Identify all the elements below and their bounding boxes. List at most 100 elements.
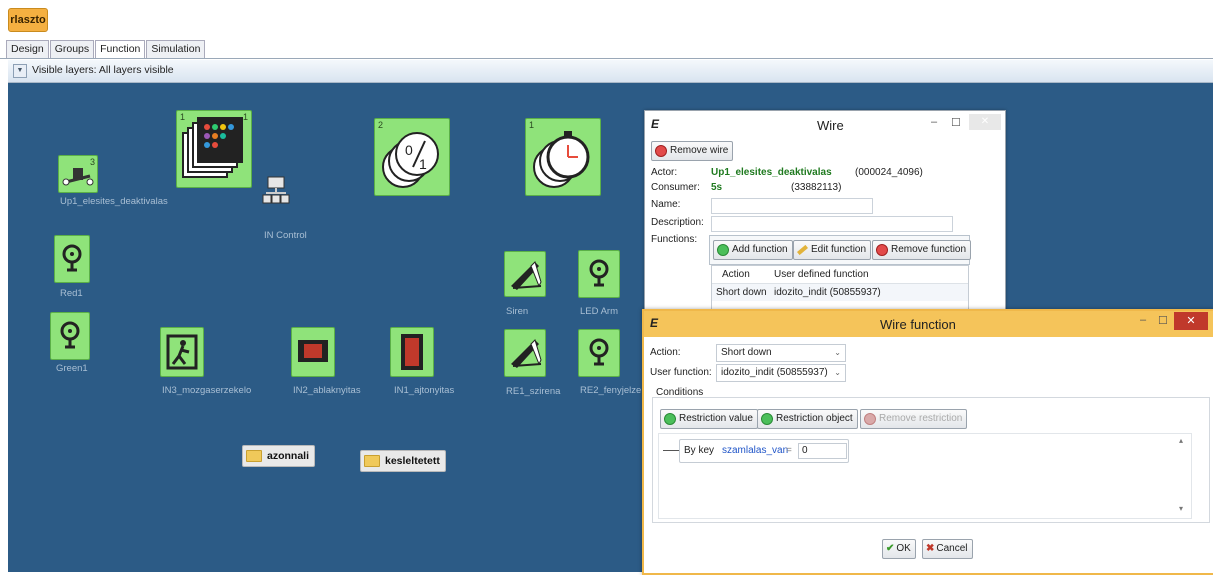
table-row[interactable]: Short down idozito_indit (50855937)	[712, 284, 968, 301]
layers-bar: ▼ Visible layers: All layers visible	[8, 60, 1213, 83]
device-label-in-control: IN Control	[264, 230, 307, 241]
remove-function-button[interactable]: Remove function	[872, 240, 972, 260]
device-re1[interactable]	[504, 329, 546, 377]
app-tab[interactable]: rlaszto	[8, 8, 48, 32]
restriction-object-button[interactable]: Restriction object	[757, 409, 858, 429]
tab-divider	[0, 58, 1213, 59]
add-function-button[interactable]: Add function	[713, 240, 793, 260]
user-function-value: idozito_indit (50855937)	[721, 367, 828, 378]
actor-name: Up1_elesites_deaktivalas	[711, 167, 832, 178]
condition-key: szamlalas_van	[722, 445, 789, 456]
device-up1[interactable]: 3	[58, 155, 98, 193]
maximize-icon[interactable]: ☐	[1158, 314, 1168, 327]
boolean-coin-icon: 0 1	[382, 132, 439, 188]
folder-label: kesleltetett	[385, 455, 440, 467]
device-label-in1: IN1_ajtonyitas	[394, 385, 455, 396]
remove-restriction-button[interactable]: Remove restriction	[860, 409, 968, 429]
tab-groups[interactable]: Groups	[49, 40, 95, 58]
device-boolean[interactable]: 0 1 2	[374, 118, 450, 196]
check-icon: ✔	[886, 543, 895, 554]
network-icon	[262, 176, 290, 204]
table-header-cell: Action	[722, 269, 750, 280]
cancel-button[interactable]: ✖ Cancel	[922, 539, 973, 559]
scroll-down-icon[interactable]: ▾	[1179, 504, 1183, 513]
add-icon	[761, 413, 773, 425]
device-led-arm[interactable]	[578, 250, 620, 298]
add-function-label: Add function	[732, 244, 788, 255]
folder-azonnali[interactable]: azonnali	[242, 445, 316, 467]
user-function-select[interactable]: idozito_indit (50855937) ⌄	[716, 364, 846, 382]
name-field[interactable]	[711, 198, 873, 214]
condition-operator: =	[786, 445, 792, 456]
ok-button[interactable]: ✔ OK	[882, 539, 916, 559]
folder-kesleltetett[interactable]: kesleltetett	[360, 450, 446, 472]
stopwatch-icon	[533, 131, 590, 188]
scroll-up-icon[interactable]: ▴	[1179, 436, 1183, 445]
actor-id: (000024_4096)	[855, 167, 923, 178]
device-badge: 2	[378, 120, 384, 130]
add-icon	[717, 244, 729, 256]
wire-window-titlebar: E Wire – ☐ ✕	[645, 111, 1005, 139]
stacked-list-icon	[182, 117, 243, 178]
device-red1[interactable]	[54, 235, 90, 283]
device-label-led-arm: LED Arm	[580, 306, 619, 317]
action-label: Action:	[650, 347, 681, 358]
device-timer[interactable]: 1	[525, 118, 601, 196]
tab-design[interactable]: Design	[6, 40, 49, 58]
remove-icon	[876, 244, 888, 256]
folder-icon	[364, 455, 380, 467]
tab-function[interactable]: Function	[95, 40, 146, 59]
remove-wire-button[interactable]: Remove wire	[651, 141, 734, 161]
remove-icon	[655, 145, 667, 157]
cross-icon: ✖	[926, 543, 935, 554]
description-label: Description:	[651, 217, 704, 228]
close-icon[interactable]: ✕	[969, 114, 1001, 130]
condition-item[interactable]: By key szamlalas_van = 0	[679, 439, 849, 463]
ok-label: OK	[896, 543, 911, 554]
device-label-in3: IN3_mozgaserzekelo	[162, 385, 252, 396]
device-siren[interactable]	[504, 251, 546, 297]
device-in-control[interactable]	[262, 175, 290, 225]
device-list[interactable]: 1 1	[176, 110, 252, 188]
edit-function-label: Edit function	[811, 244, 867, 255]
restriction-value-button[interactable]: Restriction value	[660, 409, 758, 429]
device-badge: 3	[89, 157, 95, 167]
device-label-red1: Red1	[60, 288, 83, 299]
action-select[interactable]: Short down ⌄	[716, 344, 846, 362]
app-logo-icon: E	[651, 117, 660, 131]
maximize-icon[interactable]: ☐	[951, 116, 961, 129]
chevron-down-icon: ⌄	[834, 348, 841, 357]
tab-simulation[interactable]: Simulation	[146, 40, 206, 58]
wire-window: E Wire – ☐ ✕ Remove wire Actor: Up1_eles…	[644, 110, 1006, 323]
device-label-re1: RE1_szirena	[506, 386, 561, 397]
condition-by: By key	[684, 445, 715, 456]
minimize-icon[interactable]: –	[1140, 314, 1146, 326]
folder-label: azonnali	[267, 450, 310, 462]
restriction-value-label: Restriction value	[679, 413, 753, 424]
edit-function-button[interactable]: Edit function	[793, 240, 872, 260]
minimize-icon[interactable]: –	[931, 116, 937, 128]
device-in2[interactable]	[291, 327, 335, 377]
table-cell: idozito_indit (50855937)	[774, 287, 881, 298]
device-in3[interactable]	[160, 327, 204, 377]
device-badge: 1	[529, 120, 535, 130]
device-label-up1: Up1_elesites_deaktivalas	[60, 196, 168, 207]
door-icon	[401, 334, 423, 370]
close-icon[interactable]: ✕	[1174, 312, 1208, 330]
add-icon	[664, 413, 676, 425]
device-in1[interactable]	[390, 327, 434, 377]
name-label: Name:	[651, 199, 681, 210]
description-field[interactable]	[711, 216, 953, 232]
table-header: Action User defined function	[712, 266, 968, 284]
svg-text:0: 0	[405, 142, 413, 158]
conditions-tree: By key szamlalas_van = 0 ▴ ▾	[658, 433, 1192, 519]
remove-function-label: Remove function	[891, 244, 967, 255]
layers-dropdown-icon[interactable]: ▼	[13, 64, 27, 78]
device-green1[interactable]	[50, 312, 90, 360]
lamp-icon	[62, 244, 82, 272]
tree-line	[663, 450, 679, 451]
device-re2[interactable]	[578, 329, 620, 377]
condition-value-field[interactable]: 0	[798, 443, 847, 459]
consumer-name: 5s	[711, 182, 723, 193]
horn-icon	[511, 261, 542, 290]
